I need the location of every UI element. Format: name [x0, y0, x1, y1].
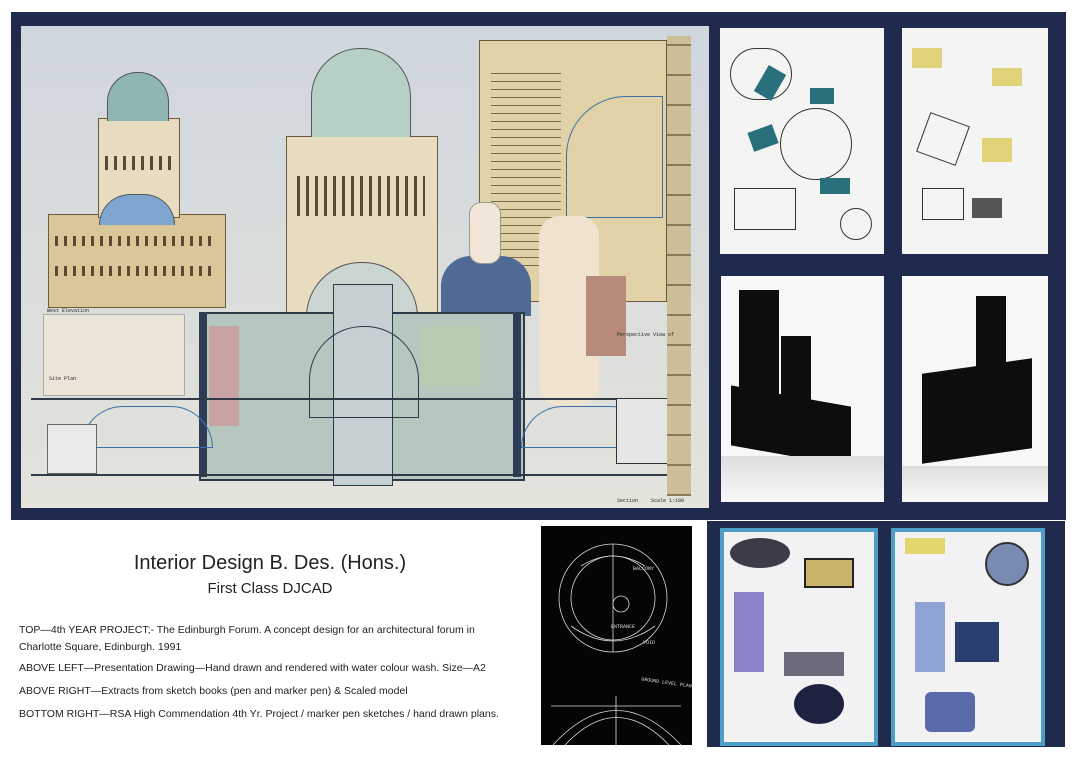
marker-sketch-1 [720, 528, 878, 746]
caption-above-right: ABOVE RIGHT—Extracts from sketch books (… [19, 685, 408, 697]
marker-sketch-2 [891, 528, 1045, 746]
balcony-label: BALCONY [633, 566, 655, 572]
ground-level-plan-drawing: BALCONY ENTRANCE VOID GROUND LEVEL PLAN [541, 526, 692, 745]
page-subtitle: First Class DJCAD [207, 580, 333, 597]
caption-top: TOP—4th YEAR PROJECT;- The Edinburgh For… [19, 624, 475, 653]
sketchbook-page-1 [720, 28, 884, 254]
void-label: VOID [643, 640, 656, 646]
entrance-label: ENTRANCE [611, 624, 636, 630]
scale-label: Scale 1:100 [651, 498, 685, 504]
section-label: Section [617, 498, 639, 504]
site-plan-label: Site Plan [49, 376, 77, 382]
caption-bottom-right: BOTTOM RIGHT—RSA High Commendation 4th Y… [19, 708, 499, 720]
scaled-model-photo-1 [721, 276, 884, 502]
presentation-drawing: West Elevation Site Plan Perspective Vie… [21, 26, 709, 508]
scaled-model-photo-2 [902, 276, 1048, 502]
caption-above-left: ABOVE LEFT—Presentation Drawing—Hand dra… [19, 662, 486, 674]
perspective-label: Perspective View of [617, 332, 675, 338]
page-title: Interior Design B. Des. (Hons.) [133, 552, 407, 574]
west-elevation-label: West Elevation [47, 308, 90, 314]
sketchbook-page-2 [902, 28, 1048, 254]
